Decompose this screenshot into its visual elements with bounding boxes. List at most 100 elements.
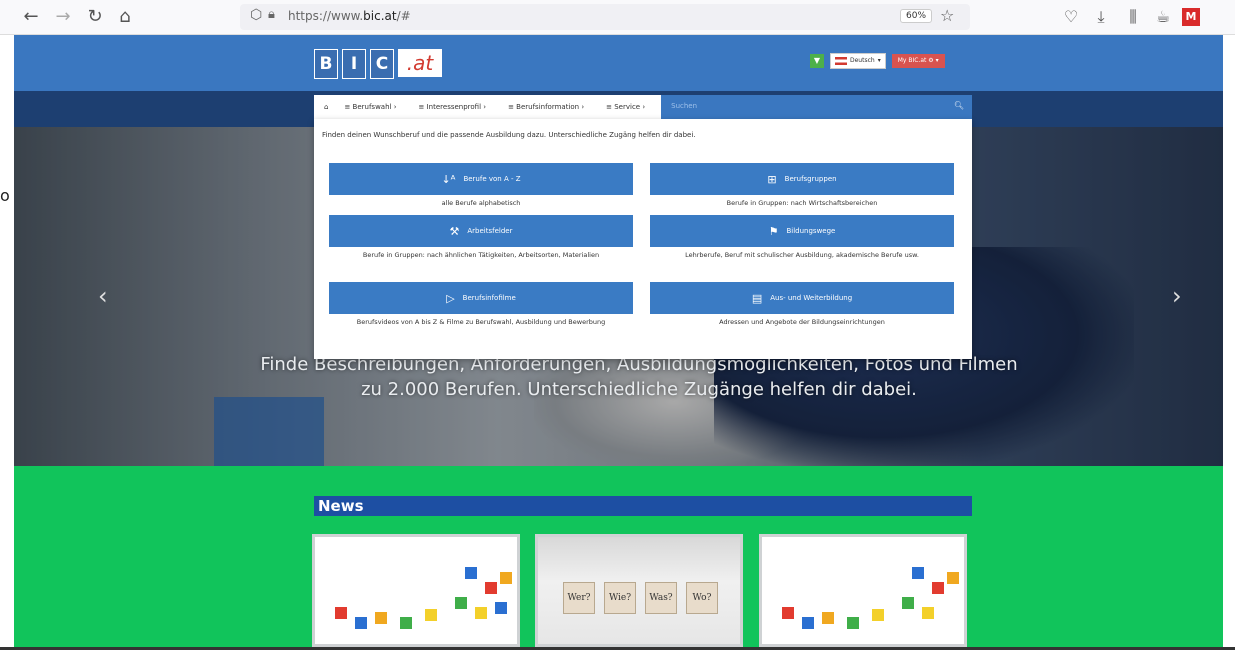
website: B I C .at ▼ Deutsch ▾ My BIC.at ⚙ ▾ ‹ › F… [14,35,1223,647]
berufsinfofilme-button[interactable]: ▷ Berufsinfofilme [329,282,633,314]
library-icon[interactable]: ⫼ [1122,6,1144,28]
arbeitsfelder-button[interactable]: ⚒ Arbeitsfelder [329,215,633,247]
news-title: News [318,497,364,515]
left-edge-text: o [0,186,10,205]
az-sort-icon: ↓ᴬ [441,172,456,186]
puzzle-piece [922,607,934,619]
menu-item-berufsinformation[interactable]: ≡ Berufsinformation › [502,95,600,119]
menu-item-service[interactable]: ≡ Service › [600,95,661,119]
puzzle-piece [425,609,437,621]
puzzle-piece [847,617,859,629]
austria-flag-icon [835,57,847,65]
menu-item-berufswahl[interactable]: ≡ Berufswahl › [338,95,412,119]
button-label: Aus- und Weiterbildung [770,294,853,302]
menu-label: Interessenprofil [426,103,482,111]
logo-letter-i: I [342,49,366,79]
puzzle-piece [902,597,914,609]
bookmark-star-icon[interactable]: ☆ [940,6,954,25]
main-menu: ⌂ ≡ Berufswahl › ≡ Interessenprofil › ≡ … [314,95,972,119]
site-header: B I C .at ▼ Deutsch ▾ My BIC.at ⚙ ▾ [14,35,1223,91]
button-label: Arbeitsfelder [467,227,513,235]
puzzle-piece [400,617,412,629]
site-logo[interactable]: B I C .at [314,49,442,79]
puzzle-piece [335,607,347,619]
shield-icon[interactable]: ⬡ [250,7,262,23]
puzzle-piece [375,612,387,624]
tools-icon: ⚒ [449,224,460,238]
header-actions: ▼ Deutsch ▾ My BIC.at ⚙ ▾ [810,53,945,69]
berufsgruppen-desc: Berufe in Gruppen: nach Wirtschaftsberei… [726,199,878,207]
news-card[interactable] [759,534,967,647]
chevron-down-icon: ▾ [877,57,881,64]
play-icon: ▷ [446,291,455,305]
button-label: Bildungswege [786,227,836,235]
aus-weiterbildung-desc: Adressen und Angebote der Bildungseinric… [719,318,885,326]
menu-home-icon[interactable]: ⌂ [314,95,338,119]
puzzle-piece [465,567,477,579]
menu-label: Service [614,103,641,111]
reload-icon[interactable]: ↻ [84,6,106,28]
groups-icon: ⊞ [767,172,777,186]
carousel-prev-icon[interactable]: ‹ [98,282,108,310]
puzzle-piece [932,582,944,594]
menu-label: Berufsinformation [516,103,580,111]
extension-icon[interactable]: ☕︎ [1152,6,1174,28]
puzzle-piece [500,572,512,584]
lock-icon[interactable]: 🔒︎ [268,7,275,22]
pocket-icon[interactable]: ♡ [1060,6,1082,28]
berufsinfofilme-desc: Berufsvideos von A bis Z & Filme zu Beru… [356,318,606,326]
my-bic-button[interactable]: My BIC.at ⚙ ▾ [891,54,945,68]
puzzle-piece [947,572,959,584]
puzzle-piece [355,617,367,629]
dice-word: Was? [645,582,677,614]
puzzle-piece [802,617,814,629]
signpost-icon: ⚑ [768,224,779,238]
search-icon[interactable]: 🔍︎ [954,101,964,110]
bildungswege-desc: Lehrberufe, Beruf mit schulischer Ausbil… [685,251,919,259]
language-select[interactable]: Deutsch ▾ [830,53,886,69]
dice-word: Wer? [563,582,595,614]
dropdown-intro: Finden deinen Wunschberuf und die passen… [322,131,696,139]
bildungswege-button[interactable]: ⚑ Bildungswege [650,215,954,247]
berufe-a-z-desc: alle Berufe alphabetisch [441,199,521,207]
language-label: Deutsch [850,57,875,64]
address-bar[interactable]: ⬡ 🔒︎ https://www.bic.at/# 60% ☆ [240,4,970,30]
download-icon[interactable]: ⤓ [1090,6,1112,28]
puzzle-piece [912,567,924,579]
menu-item-interessenprofil[interactable]: ≡ Interessenprofil › [413,95,503,119]
dice-word: Wo? [686,582,718,614]
url-text[interactable]: https://www.bic.at/# [288,9,411,23]
news-header-bar: News [314,496,972,516]
button-label: Berufsinfofilme [462,294,516,302]
arbeitsfelder-desc: Berufe in Gruppen: nach ähnlichen Tätigk… [362,251,600,259]
news-card[interactable] [312,534,520,647]
aus-weiterbildung-button[interactable]: ▤ Aus- und Weiterbildung [650,282,954,314]
berufsgruppen-button[interactable]: ⊞ Berufsgruppen [650,163,954,195]
berufe-a-z-button[interactable]: ↓ᴬ Berufe von A - Z [329,163,633,195]
book-icon: ▤ [751,291,763,305]
back-icon[interactable]: ← [20,6,42,28]
search-box[interactable]: Suchen 🔍︎ [661,95,972,119]
news-card-image [315,537,517,644]
my-bic-label: My BIC.at [897,57,927,64]
news-card-image [762,537,964,644]
logo-letter-b: B [314,49,338,79]
carousel-next-icon[interactable]: › [1172,282,1182,310]
puzzle-piece [485,582,497,594]
logo-letter-c: C [370,49,394,79]
button-label: Berufe von A - Z [463,175,521,183]
extension-m-icon[interactable]: M [1182,8,1200,26]
accessibility-button[interactable]: ▼ [810,54,824,68]
news-card[interactable]: Wer? Wie? Was? Wo? [535,534,743,647]
home-icon[interactable]: ⌂ [114,6,136,28]
news-section: News Wer? Wie? Was? Wo? [14,466,1223,647]
forward-icon[interactable]: → [52,6,74,28]
browser-toolbar: ← → ↻ ⌂ ⬡ 🔒︎ https://www.bic.at/# 60% ☆ … [0,0,1235,35]
puzzle-piece [782,607,794,619]
puzzle-piece [872,609,884,621]
puzzle-piece [455,597,467,609]
puzzle-piece [495,602,507,614]
logo-suffix: .at [398,49,442,77]
search-placeholder: Suchen [671,102,698,110]
zoom-indicator[interactable]: 60% [900,9,933,23]
